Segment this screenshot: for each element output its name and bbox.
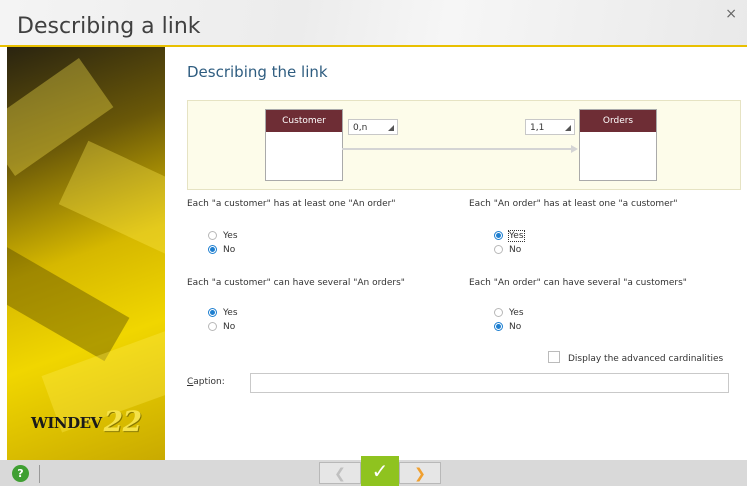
- q2-yes-radio[interactable]: Yes: [494, 230, 525, 242]
- q4-no-label: No: [509, 322, 522, 332]
- question-1-label: Each "a customer" has at least one "An o…: [187, 199, 396, 209]
- q2-no-label: No: [509, 245, 522, 255]
- caption-label: Caption:: [187, 377, 225, 387]
- q1-no-label: No: [223, 245, 236, 255]
- link-diagram: Customer 0,n 1,1 Orders: [187, 100, 741, 190]
- table-customer-header: Customer: [266, 110, 342, 132]
- q3-yes-label: Yes: [223, 308, 238, 318]
- q4-yes-label: Yes: [509, 308, 524, 318]
- q3-no-radio[interactable]: No: [208, 321, 235, 333]
- windev-logo: WINDEV22: [31, 405, 142, 438]
- wizard-window: Describing a link × WINDEV22 Describing …: [0, 0, 747, 486]
- title-bar: Describing a link ×: [0, 0, 747, 45]
- checkbox-icon: [548, 351, 560, 363]
- q1-no-radio[interactable]: No: [208, 244, 235, 256]
- left-cardinality-box[interactable]: 0,n: [348, 119, 398, 135]
- right-cardinality-box[interactable]: 1,1: [525, 119, 575, 135]
- table-orders[interactable]: Orders: [579, 109, 657, 181]
- q3-yes-radio[interactable]: Yes: [208, 307, 238, 319]
- radio-on-icon: [494, 322, 503, 331]
- question-3-label: Each "a customer" can have several "An o…: [187, 278, 405, 288]
- q2-no-radio[interactable]: No: [494, 244, 521, 256]
- radio-on-icon: [208, 308, 217, 317]
- question-2-label: Each "An order" has at least one "a cust…: [469, 199, 678, 209]
- link-line: [342, 148, 572, 150]
- radio-off-icon: [494, 245, 503, 254]
- right-cardinality-value: 1,1: [530, 123, 545, 133]
- table-orders-header: Orders: [580, 110, 656, 132]
- radio-off-icon: [208, 322, 217, 331]
- validate-button[interactable]: ✓: [361, 456, 399, 486]
- previous-button[interactable]: ❮: [319, 462, 361, 484]
- next-button[interactable]: ❯: [399, 462, 441, 484]
- q2-yes-label: Yes: [508, 230, 525, 242]
- close-icon[interactable]: ×: [725, 6, 737, 22]
- q3-no-label: No: [223, 322, 236, 332]
- advanced-cardinalities-label: Display the advanced cardinalities: [568, 354, 724, 364]
- radio-on-icon: [494, 231, 503, 240]
- window-title: Describing a link: [17, 14, 201, 39]
- left-cardinality-value: 0,n: [353, 123, 368, 133]
- radio-on-icon: [208, 245, 217, 254]
- q4-yes-radio[interactable]: Yes: [494, 307, 524, 319]
- help-icon[interactable]: ?: [12, 465, 29, 482]
- radio-off-icon: [208, 231, 217, 240]
- advanced-cardinalities-checkbox[interactable]: Display the advanced cardinalities: [548, 351, 723, 364]
- caption-input[interactable]: [250, 373, 729, 393]
- table-customer[interactable]: Customer: [265, 109, 343, 181]
- dropdown-triangle-icon: [565, 125, 571, 131]
- q4-no-radio[interactable]: No: [494, 321, 521, 333]
- toolbar-separator: [39, 465, 40, 483]
- q1-yes-label: Yes: [223, 231, 238, 241]
- question-4-label: Each "An order" can have several "a cust…: [469, 278, 687, 288]
- dropdown-triangle-icon: [388, 125, 394, 131]
- side-banner-image: WINDEV22: [7, 47, 165, 460]
- page-heading: Describing the link: [187, 63, 328, 81]
- radio-off-icon: [494, 308, 503, 317]
- link-arrow-icon: [571, 145, 578, 153]
- q1-yes-radio[interactable]: Yes: [208, 230, 238, 242]
